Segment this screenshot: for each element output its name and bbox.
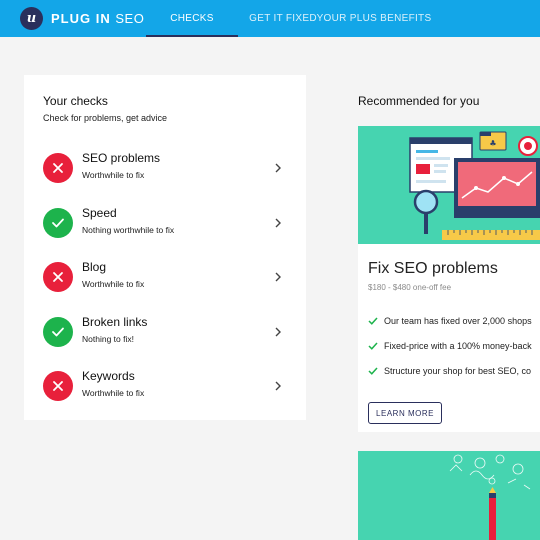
feature-item: Fixed-price with a 100% money-back (368, 341, 532, 351)
check-item-subtitle: Worthwhile to fix (82, 279, 145, 289)
seo-illustration: ♣ (358, 126, 540, 244)
feature-text: Fixed-price with a 100% money-back (384, 341, 532, 351)
top-navigation-bar: u PLUG IN SEO CHECKS GET IT FIXED YOUR P… (0, 0, 540, 37)
fail-cross-icon (43, 262, 73, 292)
check-item-subtitle: Worthwhile to fix (82, 170, 145, 180)
tab-plus-benefits[interactable]: YOUR PLUS BENEFITS (317, 0, 432, 37)
check-item-seo-problems[interactable]: SEO problems Worthwhile to fix (24, 149, 306, 195)
check-item-speed[interactable]: Speed Nothing worthwhile to fix (24, 204, 306, 250)
card-price: $180 - $480 one-off fee (368, 283, 452, 292)
pass-check-icon (43, 317, 73, 347)
check-item-subtitle: Nothing worthwhile to fix (82, 225, 175, 235)
card-title: Fix SEO problems (368, 260, 498, 277)
check-icon (368, 342, 378, 350)
brand-bold: PLUG IN (51, 11, 111, 26)
plugin-seo-logo[interactable]: u (20, 7, 43, 30)
check-item-title: Blog (82, 260, 107, 274)
pass-check-icon (43, 208, 73, 238)
recommendation-card: ♣ Fix SEO problems $180 - $480 one-off f… (358, 126, 540, 432)
tab-get-it-fixed-label: GET IT FIXED (249, 13, 317, 24)
recommended-title: Recommended for you (358, 94, 480, 108)
brand-name: PLUG IN SEO (51, 11, 144, 26)
brand-light: SEO (115, 11, 145, 26)
tab-plus-benefits-label: YOUR PLUS BENEFITS (316, 13, 432, 24)
feature-item: Structure your shop for best SEO, co (368, 366, 531, 376)
second-recommendation-card[interactable] (358, 451, 540, 540)
svg-text:♣: ♣ (489, 139, 496, 148)
fail-cross-icon (43, 153, 73, 183)
check-item-title: Speed (82, 206, 117, 220)
learn-more-button[interactable]: LEARN MORE (368, 402, 442, 424)
feature-text: Our team has fixed over 2,000 shops (384, 316, 532, 326)
checks-subtitle: Check for problems, get advice (43, 113, 168, 123)
check-item-subtitle: Nothing to fix! (82, 334, 134, 344)
chevron-right-icon (275, 163, 281, 173)
fail-cross-icon (43, 371, 73, 401)
check-item-keywords[interactable]: Keywords Worthwhile to fix (24, 367, 306, 413)
feature-text: Structure your shop for best SEO, co (384, 366, 532, 376)
chevron-right-icon (275, 218, 281, 228)
check-icon (368, 317, 378, 325)
check-item-blog[interactable]: Blog Worthwhile to fix (24, 258, 306, 304)
tab-checks[interactable]: CHECKS (146, 0, 238, 37)
chevron-right-icon (275, 272, 281, 282)
tab-checks-label: CHECKS (170, 13, 214, 24)
rocket-pencil-illustration (449, 454, 531, 540)
logo-letter: u (26, 11, 37, 26)
check-item-title: Keywords (82, 369, 135, 383)
check-item-title: Broken links (82, 315, 148, 329)
check-icon (368, 367, 378, 375)
chevron-right-icon (275, 327, 281, 337)
your-checks-panel: Your checks Check for problems, get advi… (24, 75, 306, 420)
check-item-broken-links[interactable]: Broken links Nothing to fix! (24, 313, 306, 359)
check-item-title: SEO problems (82, 151, 161, 165)
chevron-right-icon (275, 381, 281, 391)
feature-item: Our team has fixed over 2,000 shops (368, 316, 532, 326)
tab-get-it-fixed[interactable]: GET IT FIXED (249, 0, 317, 37)
check-item-subtitle: Worthwhile to fix (82, 388, 145, 398)
checks-title: Your checks (43, 94, 108, 108)
